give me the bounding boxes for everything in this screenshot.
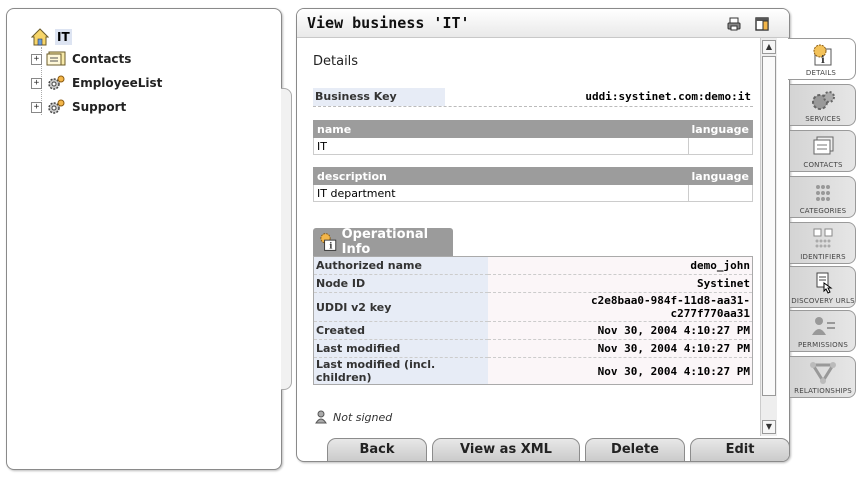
details-content: Details Business Key uddi:systinet.com:d…	[297, 38, 759, 436]
authorized-name-value: demo_john	[488, 256, 753, 275]
scroll-up-button[interactable]: ▲	[762, 40, 776, 54]
svg-text:i: i	[821, 55, 825, 66]
tree-item-contacts[interactable]: + Contacts	[31, 49, 131, 69]
description-cell: IT department	[313, 184, 689, 202]
page-title: View business 'IT'	[307, 14, 470, 32]
tree-item-employeelist[interactable]: + EmployeeList	[31, 73, 162, 93]
section-heading: Details	[313, 54, 359, 69]
permissions-icon	[812, 317, 835, 335]
details-icon: i	[813, 44, 832, 66]
delete-button[interactable]: Delete	[585, 438, 685, 461]
language-column-header: language	[687, 120, 753, 138]
node-id-label: Node ID	[313, 274, 488, 293]
tree-item-label: Support	[72, 100, 127, 114]
business-key-label: Business Key	[313, 88, 445, 106]
gear-service-icon	[48, 99, 65, 114]
business-key-row: Business Key uddi:systinet.com:demo:it	[313, 88, 753, 107]
table-row: IT	[313, 137, 753, 155]
expand-icon[interactable]: +	[31, 77, 42, 89]
description-column-header: description	[313, 167, 689, 185]
discovery-url-icon	[816, 272, 833, 294]
scroll-down-button[interactable]: ▼	[762, 420, 776, 434]
table-row: Node ID Systinet	[313, 274, 753, 293]
tab-label: SERVICES	[805, 115, 841, 123]
name-cell: IT	[313, 137, 689, 155]
info-gear-icon: i	[320, 233, 337, 251]
signature-label: Not signed	[333, 410, 393, 424]
edit-button[interactable]: Edit	[690, 438, 789, 461]
tab-label: DETAILS	[805, 69, 837, 77]
tab-services[interactable]: SERVICES	[790, 84, 856, 126]
tab-label: DISCOVERY URLS	[791, 297, 855, 305]
language-cell	[687, 184, 753, 202]
authorized-name-label: Authorized name	[313, 256, 488, 275]
tree-root-label: IT	[55, 29, 72, 45]
contact-card-icon	[46, 51, 66, 66]
signature-status: Not signed	[315, 410, 392, 424]
tab-contacts[interactable]: CONTACTS	[790, 130, 856, 172]
tree-item-support[interactable]: + Support	[31, 97, 126, 117]
relationships-icon	[810, 362, 836, 384]
vertical-scrollbar[interactable]: ▲ ▼	[760, 38, 777, 436]
tree-item-label: Contacts	[72, 52, 132, 66]
name-column-header: name	[313, 120, 689, 138]
expand-icon[interactable]: +	[31, 53, 42, 65]
back-button[interactable]: Back	[327, 438, 427, 461]
last-modified-children-label: Last modified (incl. children)	[313, 357, 488, 385]
tree-panel: IT + Contacts + EmployeeList + Support	[6, 8, 282, 470]
title-bar: View business 'IT'	[297, 9, 789, 38]
tab-label: RELATIONSHIPS	[794, 387, 852, 395]
table-row: IT department	[313, 184, 753, 202]
tab-identifiers[interactable]: IDENTIFIERS	[790, 222, 856, 264]
print-icon[interactable]	[727, 17, 741, 31]
table-row: Last modified (incl. children) Nov 30, 2…	[313, 357, 753, 385]
categories-icon	[816, 185, 830, 201]
last-modified-label: Last modified	[313, 339, 488, 358]
tab-label: CONTACTS	[803, 161, 843, 169]
expand-icon[interactable]: +	[31, 101, 42, 113]
last-modified-value: Nov 30, 2004 4:10:27 PM	[488, 339, 753, 358]
tab-relationships[interactable]: RELATIONSHIPS	[790, 356, 856, 398]
gear-service-icon	[48, 75, 65, 90]
language-column-header: language	[687, 167, 753, 185]
tab-label: IDENTIFIERS	[800, 253, 846, 261]
view-as-xml-button[interactable]: View as XML	[432, 438, 580, 461]
table-row: Authorized name demo_john	[313, 256, 753, 275]
main-panel: View business 'IT' Details Business Key …	[296, 8, 790, 462]
open-window-icon[interactable]	[755, 17, 769, 31]
table-row: Last modified Nov 30, 2004 4:10:27 PM	[313, 339, 753, 358]
tab-categories[interactable]: CATEGORIES	[790, 176, 856, 218]
svg-text:i: i	[329, 241, 332, 251]
tree-root-item[interactable]: IT	[31, 27, 72, 47]
names-table: name language IT	[313, 120, 753, 155]
home-icon	[31, 28, 49, 46]
tree-item-label: EmployeeList	[72, 76, 163, 90]
gear-service-icon	[812, 91, 835, 110]
scrollbar-thumb[interactable]	[762, 56, 776, 396]
last-modified-children-value: Nov 30, 2004 4:10:27 PM	[488, 357, 753, 385]
created-value: Nov 30, 2004 4:10:27 PM	[488, 321, 753, 340]
node-id-value: Systinet	[488, 274, 753, 293]
operational-info-table: Authorized name demo_john Node ID Systin…	[313, 256, 753, 385]
operational-info-header: i Operational Info	[313, 227, 453, 257]
uddi-v2-key-label: UDDI v2 key	[313, 292, 488, 322]
tab-details[interactable]: i DETAILS	[788, 38, 856, 80]
table-row: Created Nov 30, 2004 4:10:27 PM	[313, 321, 753, 340]
descriptions-table: description language IT department	[313, 167, 753, 202]
panel-splitter[interactable]	[281, 88, 292, 390]
tab-label: PERMISSIONS	[798, 341, 848, 349]
tab-permissions[interactable]: PERMISSIONS	[790, 310, 856, 352]
created-label: Created	[313, 321, 488, 340]
table-row: UDDI v2 key c2e8baa0-984f-11d8-aa31- c27…	[313, 292, 753, 322]
identifiers-icon	[813, 228, 833, 248]
language-cell	[687, 137, 753, 155]
tab-discovery-urls[interactable]: DISCOVERY URLS	[790, 266, 856, 308]
signature-person-icon	[315, 410, 327, 424]
business-key-value: uddi:systinet.com:demo:it	[585, 90, 751, 103]
operational-info-title: Operational Info	[341, 227, 429, 257]
tab-label: CATEGORIES	[799, 207, 847, 215]
contact-card-icon	[813, 136, 834, 155]
uddi-v2-key-value: c2e8baa0-984f-11d8-aa31- c277f770aa31	[488, 292, 753, 322]
